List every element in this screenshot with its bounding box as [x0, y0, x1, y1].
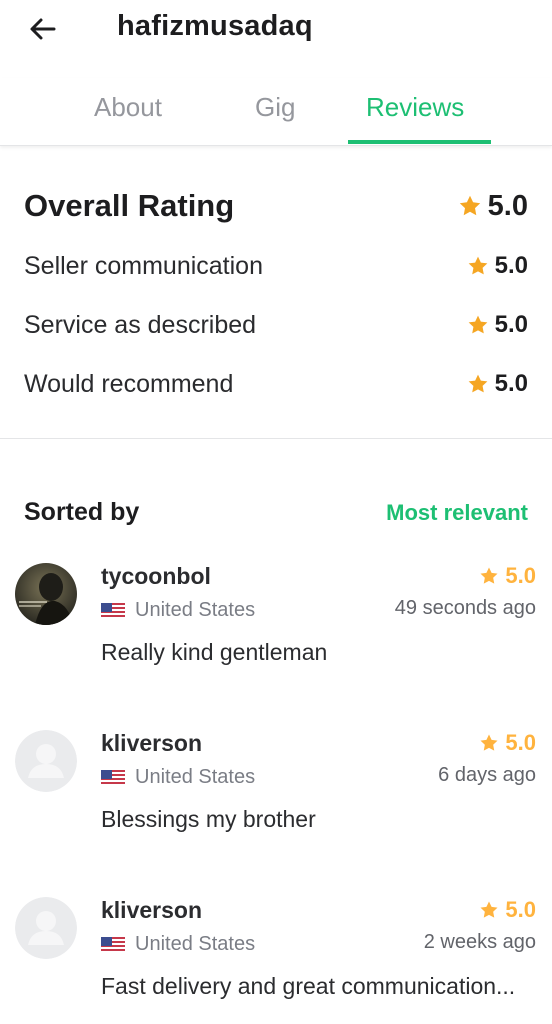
overall-rating-row: Overall Rating 5.0	[24, 186, 528, 226]
breakdown-label: Seller communication	[24, 251, 263, 280]
breakdown-label: Would recommend	[24, 369, 234, 398]
country-name: United States	[135, 933, 256, 955]
breakdown-value: 5.0	[494, 252, 528, 279]
breakdown-rating: 5.0	[467, 252, 528, 280]
breakdown-rating: 5.0	[467, 370, 528, 398]
review-comment: Fast delivery and great communication...	[101, 973, 516, 999]
star-icon	[480, 734, 498, 751]
star-icon	[480, 901, 498, 918]
sort-row: Sorted by Most relevant	[24, 498, 528, 527]
page-title: hafizmusadaq	[117, 10, 313, 42]
review-item[interactable]: kliverson United States 5.0 2 weeks ago …	[0, 897, 552, 1024]
tab-reviews[interactable]: Reviews	[366, 92, 464, 123]
us-flag-icon	[101, 936, 125, 953]
review-rating: 5.0	[479, 730, 536, 756]
reviewer-country: United States	[101, 599, 255, 622]
breakdown-label: Service as described	[24, 310, 257, 339]
review-rating: 5.0	[479, 563, 536, 589]
sort-dropdown[interactable]: Most relevant	[386, 500, 528, 526]
star-icon	[468, 374, 487, 393]
back-button[interactable]	[26, 12, 60, 46]
breakdown-value: 5.0	[494, 370, 528, 397]
review-time: 6 days ago	[438, 764, 536, 786]
avatar[interactable]	[15, 563, 77, 625]
breakdown-rating: 5.0	[467, 311, 528, 339]
review-comment: Really kind gentleman	[101, 639, 328, 665]
country-name: United States	[135, 766, 256, 788]
review-rating-value: 5.0	[505, 730, 536, 755]
review-item[interactable]: tycoonbol United States 5.0 49 seconds a…	[0, 563, 552, 693]
reviewer-name[interactable]: kliverson	[101, 897, 202, 924]
reviewer-name[interactable]: tycoonbol	[101, 563, 211, 590]
arrow-left-icon	[30, 18, 56, 40]
overall-rating: 5.0	[458, 190, 528, 223]
review-item[interactable]: kliverson United States 5.0 6 days ago B…	[0, 730, 552, 860]
review-time: 2 weeks ago	[423, 931, 536, 953]
overall-rating-label: Overall Rating	[24, 188, 235, 223]
star-icon	[468, 315, 487, 334]
review-rating: 5.0	[479, 897, 536, 923]
breakdown-row: Seller communication 5.0	[24, 246, 528, 286]
breakdown-row: Would recommend 5.0	[24, 364, 528, 404]
avatar-photo	[15, 563, 77, 625]
reviewer-country: United States	[101, 766, 255, 789]
breakdown-row: Service as described 5.0	[24, 305, 528, 345]
star-icon	[480, 567, 498, 584]
reviewer-country: United States	[101, 933, 255, 956]
reviewer-name[interactable]: kliverson	[101, 730, 202, 757]
star-icon	[468, 256, 487, 275]
us-flag-icon	[101, 602, 125, 619]
user-placeholder-icon	[15, 897, 77, 959]
app-header: hafizmusadaq	[0, 0, 552, 60]
active-tab-indicator	[348, 140, 491, 144]
review-rating-value: 5.0	[505, 563, 536, 588]
country-name: United States	[135, 599, 256, 621]
avatar[interactable]	[15, 897, 77, 959]
avatar[interactable]	[15, 730, 77, 792]
section-divider	[0, 438, 552, 439]
breakdown-value: 5.0	[494, 311, 528, 338]
overall-rating-value: 5.0	[487, 189, 528, 222]
sort-label: Sorted by	[24, 498, 140, 526]
tab-bar: About Gig Reviews	[0, 78, 552, 146]
star-icon	[459, 195, 480, 216]
review-comment: Blessings my brother	[101, 806, 316, 832]
review-rating-value: 5.0	[505, 897, 536, 922]
tab-about[interactable]: About	[94, 92, 162, 123]
tab-gig[interactable]: Gig	[255, 92, 295, 123]
review-time: 49 seconds ago	[394, 597, 536, 619]
us-flag-icon	[101, 769, 125, 786]
user-placeholder-icon	[15, 730, 77, 792]
